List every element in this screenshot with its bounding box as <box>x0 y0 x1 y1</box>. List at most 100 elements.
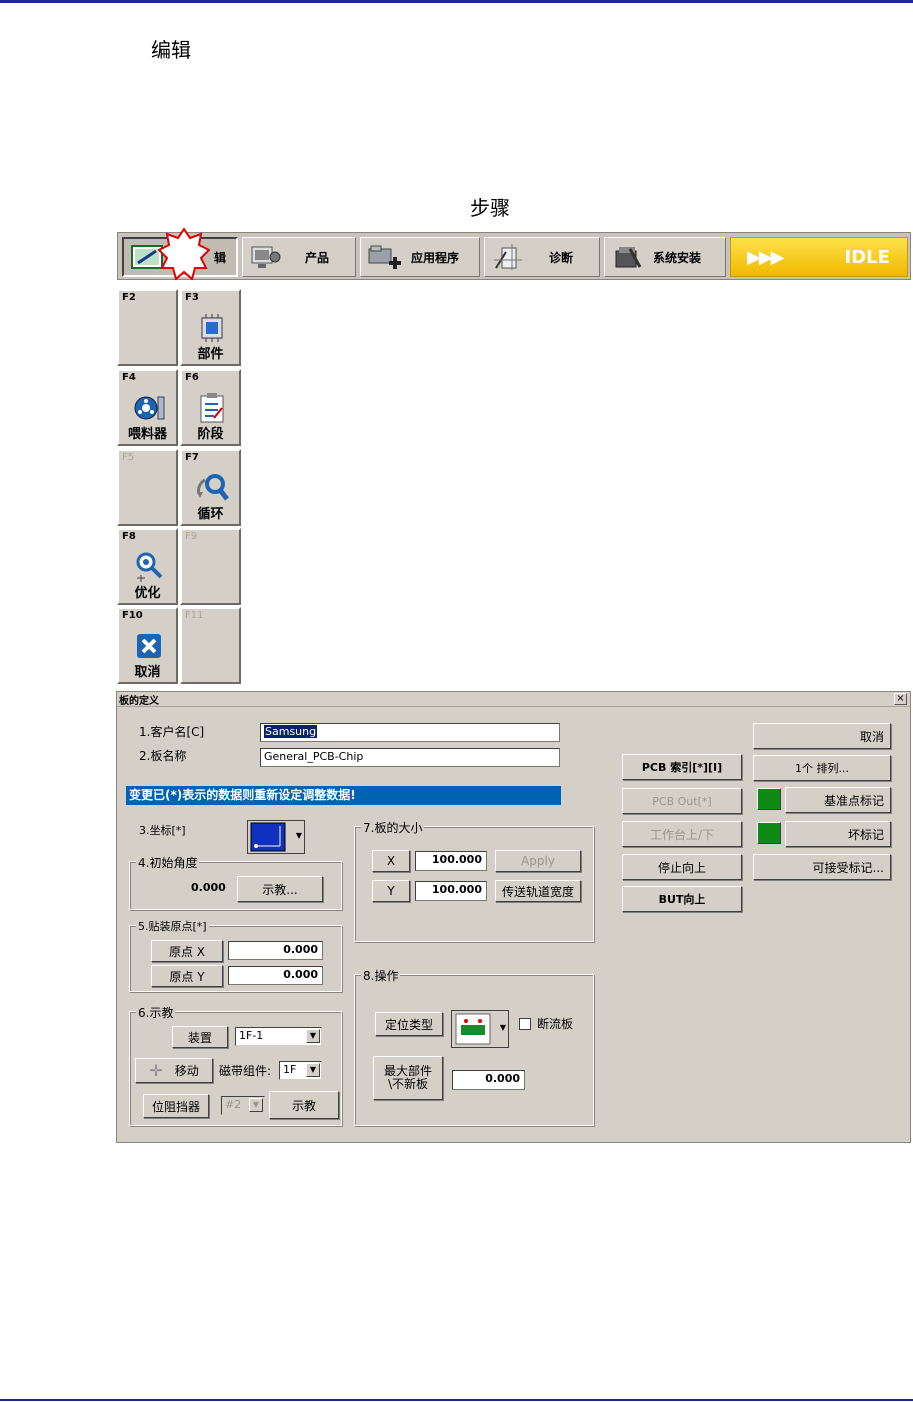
mount-origin-group-title: 5.贴装原点[*] <box>136 918 209 934</box>
origin-x-button[interactable]: 原点 X <box>151 940 223 962</box>
locate-type-button[interactable]: 定位类型 <box>375 1012 443 1036</box>
steps-label: 步骤 <box>470 196 510 220</box>
fkey-f4-key: F4 <box>122 372 136 383</box>
toolbar-application-button[interactable]: 应用程序 <box>360 237 480 277</box>
device-select[interactable]: 1F-1 ▼ <box>235 1027 322 1046</box>
initial-angle-group-title: 4.初始角度 <box>136 854 200 871</box>
close-icon[interactable]: × <box>894 693 907 705</box>
but-up-button[interactable]: BUT向上 <box>622 886 742 912</box>
fkey-f4-button[interactable]: F4 喂料器 <box>117 369 178 446</box>
coordinate-selector[interactable]: ▼ <box>247 820 305 854</box>
toolbar-diagnose-button[interactable]: 诊断 <box>484 237 600 277</box>
max-parts-button[interactable]: 最大部件\不新板 <box>373 1056 443 1100</box>
size-x-input[interactable]: 100.000 <box>415 851 487 871</box>
fkey-f5-button: F5 <box>117 449 178 526</box>
move-button[interactable]: ✛ 移动 <box>135 1058 213 1083</box>
conveyor-width-button[interactable]: 传送轨道宽度 <box>495 880 581 902</box>
fkey-f10-button[interactable]: F10 取消 <box>117 607 178 684</box>
fkey-f11-button: F11 <box>180 607 241 684</box>
chip-icon <box>195 311 229 345</box>
fkey-f2-key: F2 <box>122 292 136 303</box>
accept-mark-button[interactable]: 可接受标记... <box>753 854 891 880</box>
clipboard-icon <box>195 391 229 425</box>
origin-y-input[interactable]: 0.000 <box>228 966 323 985</box>
dialog-title: 板的定义 <box>119 696 159 707</box>
teach-angle-button[interactable]: 示教... <box>237 876 323 902</box>
cancel-button[interactable]: 取消 <box>753 723 891 749</box>
coordinate-label: 3.坐标[*] <box>139 824 186 837</box>
fkey-f3-button[interactable]: F3 部件 <box>180 289 241 366</box>
system-setup-icon <box>611 242 645 272</box>
board-size-group-title: 7.板的大小 <box>361 819 425 836</box>
stopper-button[interactable]: 位阻挡器 <box>143 1094 209 1118</box>
fkey-f11-key: F11 <box>185 610 204 621</box>
main-toolbar: 辑 产品 应用程序 诊断 系统安装 ▶▶▶ IDLE <box>117 232 911 280</box>
fiducial-mark-button[interactable]: 基准点标记 <box>785 787 891 813</box>
cycle-search-icon <box>195 471 229 505</box>
origin-x-input[interactable]: 0.000 <box>228 941 323 960</box>
optimize-icon <box>132 550 166 584</box>
cut-board-label: 断流板 <box>537 1017 574 1031</box>
top-rule <box>0 0 913 3</box>
operation-group-title: 8.操作 <box>361 967 401 984</box>
move-cross-icon: ✛ <box>149 1061 163 1080</box>
cancel-icon <box>132 629 166 663</box>
application-icon <box>367 242 405 272</box>
move-button-label: 移动 <box>174 1064 199 1078</box>
origin-y-button[interactable]: 原点 Y <box>151 965 223 987</box>
fkey-f5-key: F5 <box>122 452 135 463</box>
pcb-out-button: PCB Out[*] <box>622 788 742 814</box>
board-name-input[interactable]: General_PCB-Chip <box>260 748 560 767</box>
size-x-button[interactable]: X <box>372 850 410 872</box>
customer-name-value: Samsung <box>264 725 318 738</box>
toolbar-system-setup-label: 系统安装 <box>653 250 702 265</box>
pcb-index-button[interactable]: PCB 索引[*][I] <box>622 754 742 780</box>
tape-unit-select[interactable]: 1F ▼ <box>279 1061 322 1080</box>
callout-star-1-icon <box>158 228 210 280</box>
table-up-down-button: 工作台上/下 <box>622 821 742 847</box>
toolbar-application-label: 应用程序 <box>411 250 460 265</box>
bottom-rule <box>0 1399 913 1401</box>
bad-mark-status-icon <box>757 822 781 844</box>
fkey-f6-label: 阶段 <box>197 427 224 442</box>
coordinate-axis-icon <box>250 822 286 852</box>
fkey-f2-button[interactable]: F2 <box>117 289 178 366</box>
status-arrows-icon: ▶▶▶ <box>747 246 785 268</box>
stop-up-button[interactable]: 停止向上 <box>622 854 742 880</box>
fkey-f3-key: F3 <box>185 292 199 303</box>
dialog-titlebar: 板的定义 × <box>117 692 910 707</box>
fkey-f10-key: F10 <box>122 610 143 621</box>
cut-board-checkbox[interactable] <box>519 1018 531 1030</box>
device-button[interactable]: 装置 <box>172 1026 228 1048</box>
toolbar-edit-label: 辑 <box>214 250 227 265</box>
device-value: 1F-1 <box>239 1029 264 1042</box>
fkey-f4-label: 喂料器 <box>127 427 167 442</box>
teach-group-title: 6.示教 <box>136 1004 176 1021</box>
bad-mark-button[interactable]: 坏标记 <box>785 821 891 847</box>
chevron-down-icon: ▼ <box>295 831 302 840</box>
fkey-f7-button[interactable]: F7 循环 <box>180 449 241 526</box>
fkey-f8-button[interactable]: F8 优化 <box>117 528 178 605</box>
teach-button[interactable]: 示教 <box>269 1091 339 1119</box>
recalibration-banner: 变更已(*)表示的数据则重新设定调整数据! <box>126 786 561 805</box>
locate-type-selector[interactable]: ▼ <box>451 1010 509 1048</box>
max-parts-input[interactable]: 0.000 <box>452 1070 525 1090</box>
size-y-button[interactable]: Y <box>372 880 410 902</box>
fiducial-status-icon <box>757 788 781 810</box>
fkey-f7-label: 循环 <box>197 507 224 522</box>
toolbar-system-setup-button[interactable]: 系统安装 <box>604 237 726 277</box>
product-icon <box>249 242 283 272</box>
locate-chevron-down-icon: ▼ <box>499 1023 506 1032</box>
fkey-f7-key: F7 <box>185 452 199 463</box>
device-chevron-down-icon: ▼ <box>306 1029 320 1043</box>
toolbar-diagnose-label: 诊断 <box>549 250 574 265</box>
toolbar-product-button[interactable]: 产品 <box>242 237 356 277</box>
apply-button: Apply <box>495 850 581 872</box>
fkey-f8-key: F8 <box>122 531 136 542</box>
fkey-f6-button[interactable]: F6 阶段 <box>180 369 241 446</box>
stopper-value: #2 <box>225 1098 242 1111</box>
size-y-input[interactable]: 100.000 <box>415 881 487 901</box>
customer-name-label: 1.客户名[C] <box>139 725 205 739</box>
customer-name-input[interactable]: Samsung <box>260 723 560 742</box>
arrange-button[interactable]: 1个 排列... <box>753 755 891 781</box>
